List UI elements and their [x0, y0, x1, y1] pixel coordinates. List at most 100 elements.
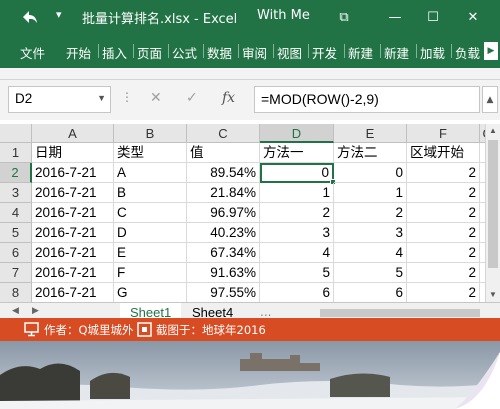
cell-a3[interactable]: 2016-7-21 — [32, 183, 114, 203]
tab-review[interactable]: 审阅 — [242, 43, 267, 62]
cell-f2[interactable]: 2 — [407, 163, 480, 183]
cell-b1[interactable]: 类型 — [114, 143, 187, 163]
cell-a5[interactable]: 2016-7-21 — [32, 223, 114, 243]
cell-f1[interactable]: 区域开始 — [407, 143, 480, 163]
name-box-dropdown-icon[interactable]: ▼ — [97, 93, 106, 103]
cell-e3[interactable]: 1 — [334, 183, 407, 203]
formula-input[interactable]: =MOD(ROW()-2,9) — [254, 86, 480, 113]
cell-d2[interactable]: 0 — [260, 163, 334, 183]
cell-f3[interactable]: 2 — [407, 183, 480, 203]
cell-a7[interactable]: 2016-7-21 — [32, 263, 114, 283]
row-header-3[interactable]: 3 — [0, 183, 32, 203]
cell-c5[interactable]: 40.23% — [187, 223, 260, 243]
close-button[interactable]: ✕ — [456, 4, 490, 30]
cell-c2[interactable]: 89.54% — [187, 163, 260, 183]
cell-c3[interactable]: 21.84% — [187, 183, 260, 203]
select-all-button[interactable] — [0, 124, 32, 143]
tab-page-layout[interactable]: 页面 — [137, 43, 162, 62]
cell-f7[interactable]: 2 — [407, 263, 480, 283]
column-header-b[interactable]: B — [114, 124, 187, 143]
tab-home[interactable]: 开始 — [66, 43, 91, 62]
scroll-down-icon[interactable]: ▼ — [486, 288, 500, 302]
cell-d7[interactable]: 5 — [260, 263, 334, 283]
tab-new-1[interactable]: 新建 — [348, 43, 373, 62]
formula-bar-splitter[interactable]: ⋮ — [121, 90, 133, 104]
ribbon-scroll-right-icon[interactable]: ▶ — [484, 42, 498, 60]
cell-a6[interactable]: 2016-7-21 — [32, 243, 114, 263]
cell-a2[interactable]: 2016-7-21 — [32, 163, 114, 183]
column-header-e[interactable]: E — [334, 124, 407, 143]
cell-d3[interactable]: 1 — [260, 183, 334, 203]
cell-d4[interactable]: 2 — [260, 203, 334, 223]
cell-b3[interactable]: B — [114, 183, 187, 203]
cell-c6[interactable]: 67.34% — [187, 243, 260, 263]
scroll-up-icon[interactable]: ▲ — [486, 124, 500, 138]
sheet-more-icon[interactable]: ... — [260, 305, 271, 319]
column-header-d[interactable]: D — [260, 124, 334, 143]
tab-file[interactable]: 文件 — [20, 43, 45, 62]
cell-e6[interactable]: 4 — [334, 243, 407, 263]
column-header-c[interactable]: C — [187, 124, 260, 143]
cell-e5[interactable]: 3 — [334, 223, 407, 243]
cell-a4[interactable]: 2016-7-21 — [32, 203, 114, 223]
cell-e4[interactable]: 2 — [334, 203, 407, 223]
row-header-7[interactable]: 7 — [0, 263, 32, 283]
sheet-prev-icon[interactable]: ◀ — [12, 306, 19, 316]
cell-b8[interactable]: G — [114, 283, 187, 303]
vertical-scrollbar-thumb[interactable] — [488, 140, 498, 268]
cell-d5[interactable]: 3 — [260, 223, 334, 243]
tab-insert[interactable]: 插入 — [102, 43, 127, 62]
user-name[interactable]: With Me — [257, 8, 310, 23]
cell-e1[interactable]: 方法二 — [334, 143, 407, 163]
sheet-next-icon[interactable]: ▶ — [32, 306, 39, 316]
maximize-button[interactable]: ☐ — [416, 4, 450, 30]
cell-b2[interactable]: A — [114, 163, 187, 183]
cell-c8[interactable]: 97.55% — [187, 283, 260, 303]
tab-add-ins[interactable]: 加载 — [420, 43, 445, 62]
cell-c4[interactable]: 96.97% — [187, 203, 260, 223]
cell-f5[interactable]: 2 — [407, 223, 480, 243]
tab-data[interactable]: 数据 — [207, 43, 232, 62]
cell-a8[interactable]: 2016-7-21 — [32, 283, 114, 303]
row-header-4[interactable]: 4 — [0, 203, 32, 223]
cell-e8[interactable]: 6 — [334, 283, 407, 303]
row-header-1[interactable]: 1 — [0, 143, 32, 163]
quick-access-undo-icon[interactable] — [20, 7, 40, 27]
ribbon-display-options-icon[interactable]: ⧉ — [327, 4, 361, 30]
cell-d8[interactable]: 6 — [260, 283, 334, 303]
tab-developer[interactable]: 开发 — [312, 43, 337, 62]
cell-b6[interactable]: E — [114, 243, 187, 263]
name-box[interactable]: D2 ▼ — [8, 86, 111, 113]
cancel-icon[interactable]: ✕ — [150, 90, 162, 106]
row-header-6[interactable]: 6 — [0, 243, 32, 263]
enter-icon[interactable]: ✓ — [186, 90, 198, 106]
tab-view[interactable]: 视图 — [277, 43, 302, 62]
row-header-5[interactable]: 5 — [0, 223, 32, 243]
formula-expand-icon[interactable]: ▲ — [482, 86, 498, 113]
vertical-scrollbar[interactable]: ▲ ▼ — [485, 124, 500, 304]
cell-a1[interactable]: 日期 — [32, 143, 114, 163]
cell-b7[interactable]: F — [114, 263, 187, 283]
cell-d1[interactable]: 方法一 — [260, 143, 334, 163]
cell-b5[interactable]: D — [114, 223, 187, 243]
cell-c1[interactable]: 值 — [187, 143, 260, 163]
row-header-8[interactable]: 8 — [0, 283, 32, 303]
cell-b4[interactable]: C — [114, 203, 187, 223]
cell-f4[interactable]: 2 — [407, 203, 480, 223]
cell-f8[interactable]: 2 — [407, 283, 480, 303]
cell-e7[interactable]: 5 — [334, 263, 407, 283]
insert-function-icon[interactable]: fx — [222, 90, 235, 106]
cell-f6[interactable]: 2 — [407, 243, 480, 263]
minimize-button[interactable]: — — [378, 4, 412, 30]
cell-c7[interactable]: 91.63% — [187, 263, 260, 283]
cell-d6[interactable]: 4 — [260, 243, 334, 263]
tab-load[interactable]: 负载 — [455, 43, 480, 62]
tab-new-2[interactable]: 新建 — [384, 43, 409, 62]
quick-access-dropdown-icon[interactable]: ▾ — [56, 8, 62, 21]
cell-e2[interactable]: 0 — [334, 163, 407, 183]
tab-formulas[interactable]: 公式 — [172, 43, 197, 62]
row-header-2[interactable]: 2 — [0, 163, 32, 183]
column-header-f[interactable]: F — [407, 124, 480, 143]
horizontal-scrollbar-thumb[interactable] — [320, 309, 480, 317]
column-header-a[interactable]: A — [32, 124, 114, 143]
